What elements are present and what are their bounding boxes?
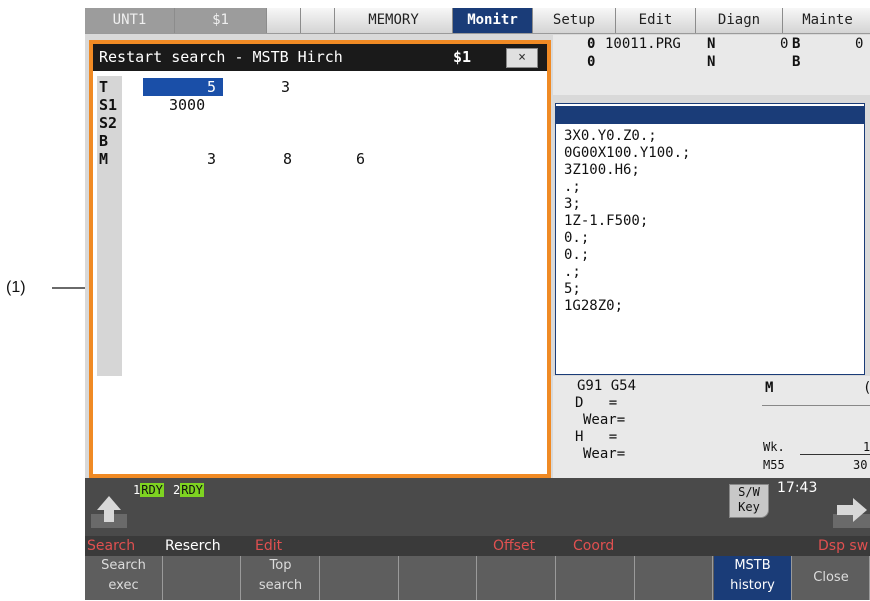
rdy-indicator-1: 1RDY (133, 482, 164, 498)
m-value-1[interactable]: 3 (207, 150, 216, 168)
program-line: 0G00X100.Y100.; (564, 145, 691, 161)
offset-h-wear: Wear= (583, 446, 626, 462)
program-line: 3X0.Y0.Z0.; (564, 128, 657, 144)
softkey-blank-4[interactable] (321, 556, 399, 600)
cnc-screen: UNT1 $1 MEMORY Monitr Setup Edit Diagn M… (85, 8, 870, 600)
monitor-b-value: 0 (855, 36, 864, 52)
program-line: .; (564, 179, 581, 195)
menu-category-row: Search Reserch Edit Offset Coord Dsp sw (85, 536, 870, 556)
top-tab-bar: UNT1 $1 MEMORY Monitr Setup Edit Diagn M… (85, 8, 870, 34)
status-bar: 1RDY 2RDY S/W Key 17:43 (85, 478, 870, 536)
program-line: 0.; (564, 230, 590, 246)
work-value: 1 (863, 440, 870, 454)
program-line: 1G28Z0; (564, 298, 624, 314)
m-value-2[interactable]: 8 (283, 150, 292, 168)
monitor-seq-b: 0 (587, 54, 596, 70)
monitor-n2-label: N (707, 54, 716, 70)
offset-h: H = (575, 429, 618, 445)
program-line: 5; (564, 281, 581, 297)
menu-dsp-sw[interactable]: Dsp sw (818, 536, 868, 556)
row-label-m: M (99, 150, 109, 168)
monitor-b-label: B (792, 36, 801, 52)
tab-monitor[interactable]: Monitr (453, 8, 533, 33)
m55-label: M55 (763, 458, 785, 472)
popup-channel: $1 (453, 48, 472, 66)
program-line: 3Z100.H6; (564, 162, 640, 178)
t-value-2[interactable]: 3 (281, 78, 290, 96)
tab-mainte[interactable]: Mainte (783, 8, 870, 33)
tab-blank-1[interactable] (267, 8, 301, 33)
softkey-close[interactable]: Close (793, 556, 870, 600)
menu-coord[interactable]: Coord (573, 536, 614, 556)
program-display: 3X0.Y0.Z0.; 0G00X100.Y100.; 3Z100.H6; .;… (555, 103, 865, 375)
offset-d: D = (575, 395, 618, 411)
s1-value[interactable]: 3000 (169, 96, 205, 114)
close-icon[interactable]: × (506, 48, 538, 68)
menu-edit[interactable]: Edit (255, 536, 282, 556)
offset-d-wear: Wear= (583, 412, 626, 428)
sw-key-button[interactable]: S/W Key (729, 484, 769, 518)
work-value-underline (800, 454, 870, 455)
tab-memory[interactable]: MEMORY (335, 8, 453, 33)
softkey-blank-5[interactable] (399, 556, 477, 600)
monitor-program-name: 10011.PRG (605, 36, 681, 52)
m-code-value: ( (863, 380, 870, 396)
tab-edit[interactable]: Edit (616, 8, 696, 33)
softkey-row: Search exec Top search MSTB history Close (85, 556, 870, 600)
softkey-top-search[interactable]: Top search (242, 556, 320, 600)
softkey-blank-6[interactable] (478, 556, 556, 600)
tab-blank-2[interactable] (301, 8, 335, 33)
t-value-1[interactable]: 5 (207, 78, 216, 96)
return-arrow-icon[interactable] (91, 494, 127, 530)
row-label-t: T (99, 78, 109, 96)
softkey-blank-2[interactable] (163, 556, 241, 600)
softkey-search-exec[interactable]: Search exec (85, 556, 163, 600)
program-line: 3; (564, 196, 581, 212)
rdy1-badge: RDY (140, 483, 164, 497)
softkey-blank-8[interactable] (635, 556, 713, 600)
tab-diagn[interactable]: Diagn (696, 8, 783, 33)
monitor-n-value: 0 (780, 36, 789, 52)
popup-title-bar: Restart search - MSTB Hirch $1 × (93, 44, 547, 71)
modal-gcodes: G91 G54 (577, 378, 637, 394)
rdy2-badge: RDY (180, 483, 204, 497)
menu-reserch[interactable]: Reserch (165, 536, 221, 556)
menu-search[interactable]: Search (87, 536, 135, 556)
m55-value: 30 (853, 458, 868, 472)
next-arrow-icon[interactable] (833, 494, 870, 530)
softkey-blank-7[interactable] (557, 556, 635, 600)
row-label-b: B (99, 132, 109, 150)
monitor-b2-label: B (792, 54, 801, 70)
work-label: Wk. (763, 440, 785, 454)
work-panel-divider (762, 405, 870, 406)
program-line: .; (564, 264, 581, 280)
row-label-s2: S2 (99, 114, 118, 132)
monitor-seq-a: 0 (587, 36, 596, 52)
menu-offset[interactable]: Offset (493, 536, 535, 556)
program-line: 0.; (564, 247, 590, 263)
monitor-n-label: N (707, 36, 716, 52)
softkey-mstb-history[interactable]: MSTB history (714, 556, 792, 600)
program-line: 1Z-1.F500; (564, 213, 649, 229)
program-current-line (556, 106, 864, 124)
tab-unit[interactable]: UNT1 (85, 8, 175, 33)
tab-channel[interactable]: $1 (175, 8, 267, 33)
row-label-s1: S1 (99, 96, 118, 114)
tab-setup[interactable]: Setup (533, 8, 616, 33)
clock: 17:43 (777, 480, 818, 496)
m-value-3[interactable]: 6 (356, 150, 365, 168)
popup-title: Restart search - MSTB Hirch (99, 48, 343, 66)
restart-search-popup: Restart search - MSTB Hirch $1 × T S1 S2… (89, 40, 551, 478)
m-code-label: M (765, 380, 774, 396)
rdy-indicator-2: 2RDY (173, 482, 204, 498)
